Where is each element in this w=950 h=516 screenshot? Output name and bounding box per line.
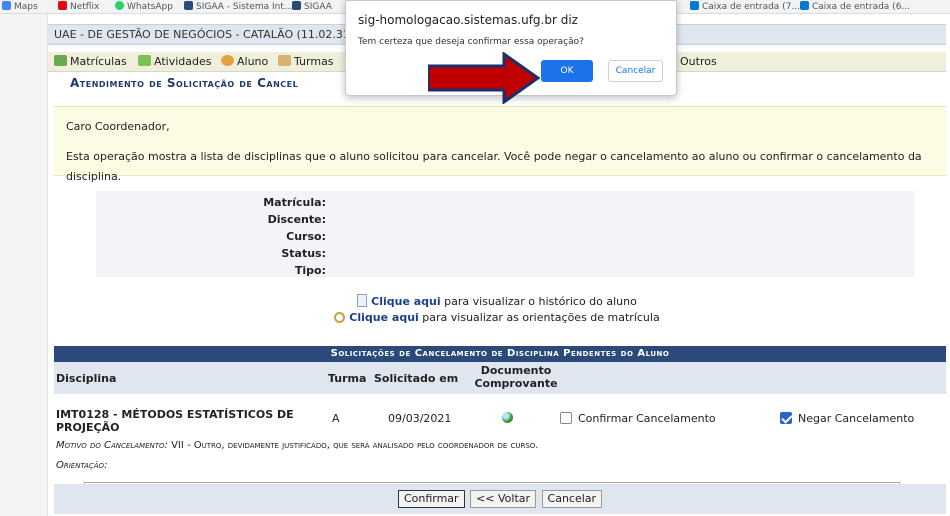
turma-value: A: [332, 412, 340, 425]
deny-cancel-checkbox[interactable]: [780, 412, 792, 424]
document-status-icon[interactable]: [502, 412, 513, 426]
confirm-cancel-option[interactable]: Confirmar Cancelamento: [560, 412, 716, 425]
menu-item-aluno[interactable]: Aluno: [221, 55, 268, 68]
discipline-name: IMT0128 - MÉTODOS ESTATÍSTICOS DE PROJEÇ…: [56, 408, 294, 434]
netflix-icon: [58, 1, 67, 10]
label-curso: Curso:: [286, 230, 326, 243]
bookmark-whatsapp[interactable]: WhatsApp: [115, 1, 173, 12]
header-solicitado: Solicitado em: [374, 372, 459, 385]
confirm-cancel-checkbox[interactable]: [560, 412, 572, 424]
unit-name: UAE - DE GESTÃO DE NEGÓCIOS - CATALÃO (1…: [54, 28, 355, 41]
label-status: Status:: [281, 247, 326, 260]
bookmark-inbox-2[interactable]: Caixa de entrada (6...: [800, 1, 910, 12]
header-disciplina: Disciplina: [56, 372, 117, 385]
header-documento: Documento: [480, 364, 552, 377]
maps-icon: [2, 1, 11, 10]
red-arrow-annotation: [428, 52, 540, 104]
bookmark-sigaa-sistema[interactable]: SIGAA - Sistema Int...: [184, 1, 292, 12]
form-footer: Confirmar << Voltar Cancelar: [54, 484, 946, 514]
label-matricula: Matrícula:: [263, 196, 326, 209]
bookmark-netflix[interactable]: Netflix: [58, 1, 99, 12]
outlook-icon: [690, 1, 699, 10]
document-icon: [357, 294, 368, 307]
notice-text: Esta operação mostra a lista de discipli…: [66, 150, 922, 183]
menu-item-turmas[interactable]: Turmas: [278, 55, 334, 68]
deny-cancel-option[interactable]: Negar Cancelamento: [780, 412, 914, 425]
student-info-box: Matrícula: Discente: Curso: Status: Tipo…: [96, 191, 914, 277]
history-line: Clique aqui para visualizar o histórico …: [48, 294, 946, 310]
guidance-line: Clique aqui para visualizar as orientaçõ…: [48, 310, 946, 326]
table-header-row: Disciplina Turma Solicitado em Documento…: [54, 362, 946, 394]
table-title: Solicitações de Cancelamento de Discipli…: [54, 346, 946, 362]
menu-item-matriculas[interactable]: Matrículas: [54, 55, 127, 68]
back-button[interactable]: << Voltar: [470, 490, 537, 508]
sigaa-icon: [292, 1, 301, 10]
atividades-icon: [138, 55, 151, 66]
header-comprovante: Comprovante: [474, 377, 558, 390]
bookmark-maps[interactable]: Maps: [2, 1, 38, 12]
solicitado-value: 09/03/2021: [388, 412, 452, 425]
outlook-icon: [800, 1, 809, 10]
label-tipo: Tipo:: [294, 264, 326, 277]
dialog-title: sig-homologacao.sistemas.ufg.br diz: [358, 13, 578, 27]
menu-item-atividades[interactable]: Atividades: [138, 55, 211, 68]
menu-item-outros[interactable]: Outros: [680, 55, 717, 68]
confirm-button[interactable]: Confirmar: [397, 490, 465, 508]
history-text: para visualizar o histórico do aluno: [440, 295, 637, 308]
dialog-cancel-button[interactable]: Cancelar: [608, 60, 663, 82]
guidance-text: para visualizar as orientações de matríc…: [418, 311, 660, 324]
bookmark-sigaa[interactable]: SIGAA: [292, 1, 332, 12]
dialog-ok-button[interactable]: OK: [541, 60, 593, 82]
cancel-form-button[interactable]: Cancelar: [541, 490, 603, 508]
magnifier-icon: [334, 312, 346, 323]
turmas-icon: [278, 55, 291, 66]
links-area: Clique aqui para visualizar o histórico …: [48, 294, 946, 326]
matriculas-icon: [54, 55, 67, 66]
guidance-link[interactable]: Clique aqui: [349, 311, 419, 324]
label-discente: Discente:: [267, 213, 326, 226]
notice-greeting: Caro Coordenador,: [66, 120, 170, 133]
header-turma: Turma: [328, 372, 367, 385]
history-link[interactable]: Clique aqui: [371, 295, 441, 308]
bookmark-inbox-1[interactable]: Caixa de entrada (7...: [690, 1, 800, 12]
guidance-label: Orientação:: [56, 460, 108, 471]
dialog-message: Tem certeza que deseja confirmar essa op…: [358, 37, 584, 47]
page-title: Atendimento de Solicitação de Cancel: [70, 76, 299, 90]
whatsapp-icon: [115, 1, 124, 10]
left-gutter: [0, 14, 48, 516]
sigaa-icon: [184, 1, 193, 10]
arrow-shape: [428, 52, 540, 104]
aluno-icon: [221, 55, 234, 66]
cancel-reason: Motivo do Cancelamento: VII - Outro, dev…: [56, 440, 539, 451]
notice-box: Caro Coordenador, Esta operação mostra a…: [54, 106, 946, 183]
